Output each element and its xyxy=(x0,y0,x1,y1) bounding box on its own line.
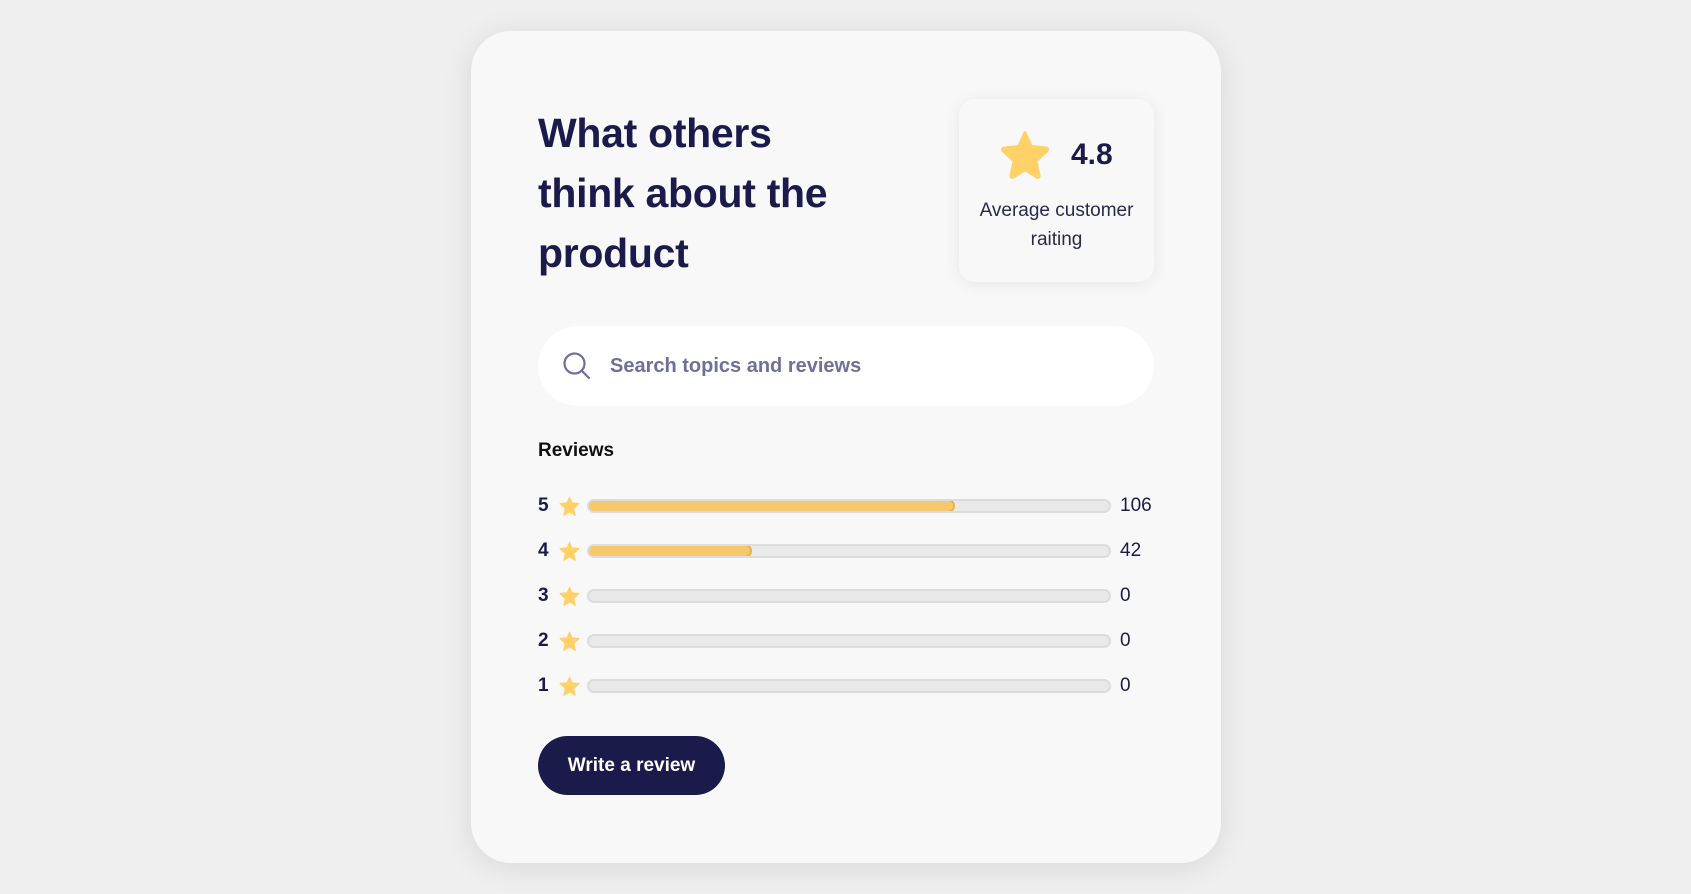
star-icon xyxy=(558,540,581,562)
review-breakdown: 5 106 4 42 3 0 2 0 1 0 xyxy=(538,483,1158,708)
search-input[interactable] xyxy=(610,354,1110,378)
search-icon[interactable] xyxy=(562,351,592,381)
rating-bar-fill xyxy=(589,545,753,556)
reviews-heading: Reviews xyxy=(538,440,615,461)
star-icon xyxy=(558,675,581,697)
rating-bar xyxy=(587,678,1111,693)
star-level: 3 xyxy=(538,584,549,606)
review-count: 0 xyxy=(1120,629,1131,651)
review-row-2-stars: 2 0 xyxy=(538,618,1158,663)
star-icon xyxy=(558,630,581,652)
write-review-button[interactable]: Write a review xyxy=(538,736,725,795)
average-rating-value: 4.8 xyxy=(1071,138,1113,171)
review-count: 106 xyxy=(1120,494,1152,516)
search-bar[interactable] xyxy=(538,326,1154,406)
review-row-5-stars: 5 106 xyxy=(538,483,1158,528)
star-level: 2 xyxy=(538,629,549,651)
review-row-3-stars: 3 0 xyxy=(538,573,1158,618)
star-level: 5 xyxy=(538,494,549,516)
rating-bar xyxy=(587,633,1111,648)
review-count: 42 xyxy=(1120,539,1142,561)
review-row-1-star: 1 0 xyxy=(538,663,1158,708)
rating-bar xyxy=(587,543,1111,558)
star-level: 1 xyxy=(538,674,549,696)
star-icon xyxy=(999,130,1051,180)
review-count: 0 xyxy=(1120,674,1131,696)
rating-bar xyxy=(587,498,1111,513)
review-row-4-stars: 4 42 xyxy=(538,528,1158,573)
average-rating-label: Average customer raiting xyxy=(979,200,1134,250)
star-icon xyxy=(558,495,581,517)
page-title: What others think about the product xyxy=(538,110,828,276)
reviews-card: What others think about the product 4.8 … xyxy=(471,31,1221,863)
rating-bar-fill xyxy=(589,500,955,511)
average-rating-box: 4.8 Average customer raiting xyxy=(959,99,1154,282)
star-icon xyxy=(558,585,581,607)
rating-bar xyxy=(587,588,1111,603)
star-level: 4 xyxy=(538,539,549,561)
review-count: 0 xyxy=(1120,584,1131,606)
rating-summary: 4.8 xyxy=(999,130,1113,180)
